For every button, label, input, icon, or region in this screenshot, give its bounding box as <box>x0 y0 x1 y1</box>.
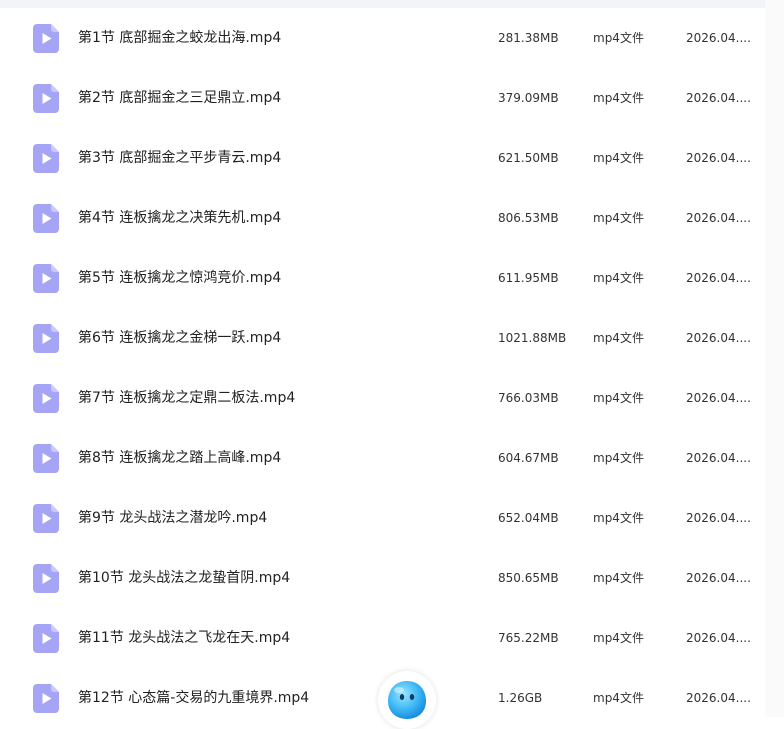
file-date: 2026.04.... <box>686 631 751 645</box>
file-date: 2026.04.... <box>686 691 751 705</box>
file-type: mp4文件 <box>593 211 644 225</box>
video-file-icon <box>33 624 59 653</box>
file-date: 2026.04.... <box>686 211 751 225</box>
file-date: 2026.04.... <box>686 331 751 345</box>
file-name: 第3节 底部掘金之平步青云.mp4 <box>78 150 282 166</box>
file-date: 2026.04.... <box>686 271 751 285</box>
file-name: 第9节 龙头战法之潜龙吟.mp4 <box>78 510 268 526</box>
vertical-scrollbar[interactable] <box>765 0 784 717</box>
file-type: mp4文件 <box>593 631 644 645</box>
top-toolbar-strip <box>0 0 784 8</box>
file-type: mp4文件 <box>593 31 644 45</box>
file-name: 第5节 连板擒龙之惊鸿竞价.mp4 <box>78 270 282 286</box>
file-size: 621.50MB <box>498 151 559 165</box>
assistant-mascot-icon <box>388 681 426 719</box>
file-size: 611.95MB <box>498 271 559 285</box>
file-name: 第10节 龙头战法之龙蛰首阴.mp4 <box>78 570 291 586</box>
file-date: 2026.04.... <box>686 31 751 45</box>
file-size: 379.09MB <box>498 91 559 105</box>
file-date: 2026.04.... <box>686 451 751 465</box>
file-row[interactable]: 第2节 底部掘金之三足鼎立.mp4 379.09MB mp4文件 2026.04...… <box>0 68 765 128</box>
file-size: 806.53MB <box>498 211 559 225</box>
file-name: 第8节 连板擒龙之踏上高峰.mp4 <box>78 450 282 466</box>
file-row[interactable]: 第10节 龙头战法之龙蛰首阴.mp4 850.65MB mp4文件 2026.04..… <box>0 548 765 608</box>
file-date: 2026.04.... <box>686 91 751 105</box>
file-name: 第11节 龙头战法之飞龙在天.mp4 <box>78 630 291 646</box>
file-size: 765.22MB <box>498 631 559 645</box>
video-file-icon <box>33 144 59 173</box>
file-row[interactable]: 第3节 底部掘金之平步青云.mp4 621.50MB mp4文件 2026.04...… <box>0 128 765 188</box>
file-list: 第1节 底部掘金之蛟龙出海.mp4 281.38MB mp4文件 2026.04...… <box>0 8 765 728</box>
video-file-icon <box>33 504 59 533</box>
file-name: 第2节 底部掘金之三足鼎立.mp4 <box>78 90 282 106</box>
file-type: mp4文件 <box>593 331 644 345</box>
file-name: 第1节 底部掘金之蛟龙出海.mp4 <box>78 30 282 46</box>
file-type: mp4文件 <box>593 91 644 105</box>
file-size: 850.65MB <box>498 571 559 585</box>
file-size: 652.04MB <box>498 511 559 525</box>
file-row[interactable]: 第7节 连板擒龙之定鼎二板法.mp4 766.03MB mp4文件 2026.04..… <box>0 368 765 428</box>
file-type: mp4文件 <box>593 451 644 465</box>
file-row[interactable]: 第1节 底部掘金之蛟龙出海.mp4 281.38MB mp4文件 2026.04...… <box>0 8 765 68</box>
video-file-icon <box>33 204 59 233</box>
video-file-icon <box>33 384 59 413</box>
file-row[interactable]: 第6节 连板擒龙之金梯一跃.mp4 1021.88MB mp4文件 2026.04..… <box>0 308 765 368</box>
file-type: mp4文件 <box>593 271 644 285</box>
video-file-icon <box>33 24 59 53</box>
file-type: mp4文件 <box>593 391 644 405</box>
file-type: mp4文件 <box>593 691 644 705</box>
file-date: 2026.04.... <box>686 571 751 585</box>
file-date: 2026.04.... <box>686 511 751 525</box>
file-size: 604.67MB <box>498 451 559 465</box>
file-size: 1021.88MB <box>498 331 567 345</box>
file-type: mp4文件 <box>593 151 644 165</box>
file-type: mp4文件 <box>593 511 644 525</box>
video-file-icon <box>33 564 59 593</box>
file-name: 第4节 连板擒龙之决策先机.mp4 <box>78 210 282 226</box>
video-file-icon <box>33 444 59 473</box>
file-date: 2026.04.... <box>686 391 751 405</box>
file-row[interactable]: 第9节 龙头战法之潜龙吟.mp4 652.04MB mp4文件 2026.04.... <box>0 488 765 548</box>
video-file-icon <box>33 684 59 713</box>
assistant-floating-button[interactable] <box>378 671 436 729</box>
file-row[interactable]: 第11节 龙头战法之飞龙在天.mp4 765.22MB mp4文件 2026.04..… <box>0 608 765 668</box>
file-date: 2026.04.... <box>686 151 751 165</box>
file-row[interactable]: 第4节 连板擒龙之决策先机.mp4 806.53MB mp4文件 2026.04...… <box>0 188 765 248</box>
file-size: 766.03MB <box>498 391 559 405</box>
file-row[interactable]: 第5节 连板擒龙之惊鸿竞价.mp4 611.95MB mp4文件 2026.04...… <box>0 248 765 308</box>
file-name: 第6节 连板擒龙之金梯一跃.mp4 <box>78 330 282 346</box>
file-size: 1.26GB <box>498 691 543 705</box>
video-file-icon <box>33 264 59 293</box>
file-name: 第12节 心态篇-交易的九重境界.mp4 <box>78 690 310 706</box>
file-row[interactable]: 第8节 连板擒龙之踏上高峰.mp4 604.67MB mp4文件 2026.04...… <box>0 428 765 488</box>
video-file-icon <box>33 324 59 353</box>
file-type: mp4文件 <box>593 571 644 585</box>
file-name: 第7节 连板擒龙之定鼎二板法.mp4 <box>78 390 296 406</box>
file-size: 281.38MB <box>498 31 559 45</box>
video-file-icon <box>33 84 59 113</box>
